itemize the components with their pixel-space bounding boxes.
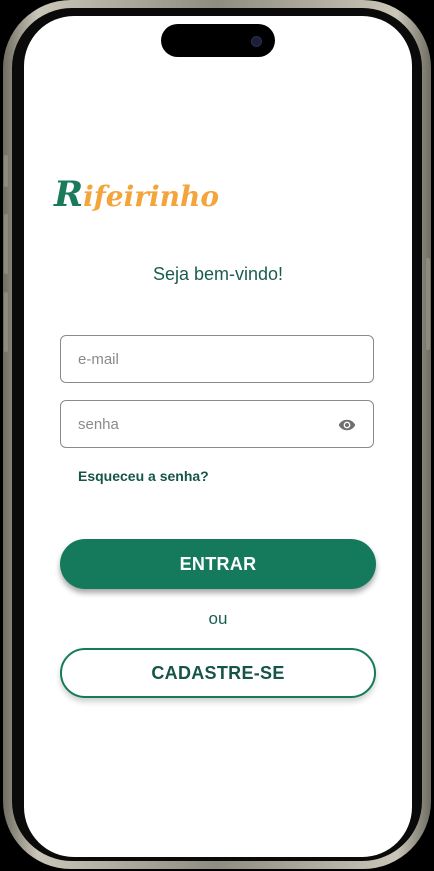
welcome-heading: Seja bem-vindo! <box>152 264 284 284</box>
password-input[interactable] <box>61 401 373 447</box>
volume-down-button <box>4 292 8 352</box>
signup-button[interactable]: CADASTRE-SE <box>60 648 376 698</box>
or-separator: ou <box>208 609 228 628</box>
email-input[interactable] <box>61 336 373 382</box>
logo-initial: R <box>54 174 84 215</box>
app-logo: Rifeirinho <box>54 174 219 220</box>
logo-text: ifeirinho <box>83 180 220 213</box>
forgot-password-link[interactable]: Esqueceu a senha? <box>78 468 209 484</box>
dynamic-island <box>161 24 275 57</box>
action-button <box>4 155 8 187</box>
password-field[interactable] <box>60 400 374 448</box>
camera-icon <box>251 36 262 47</box>
email-field[interactable] <box>60 335 374 383</box>
login-button[interactable]: ENTRAR <box>60 539 376 589</box>
app-screen: Rifeirinho Seja bem-vindo! Esqueceu a se… <box>24 16 412 857</box>
volume-up-button <box>4 214 8 274</box>
power-button <box>426 258 430 350</box>
eye-icon[interactable] <box>337 416 357 434</box>
